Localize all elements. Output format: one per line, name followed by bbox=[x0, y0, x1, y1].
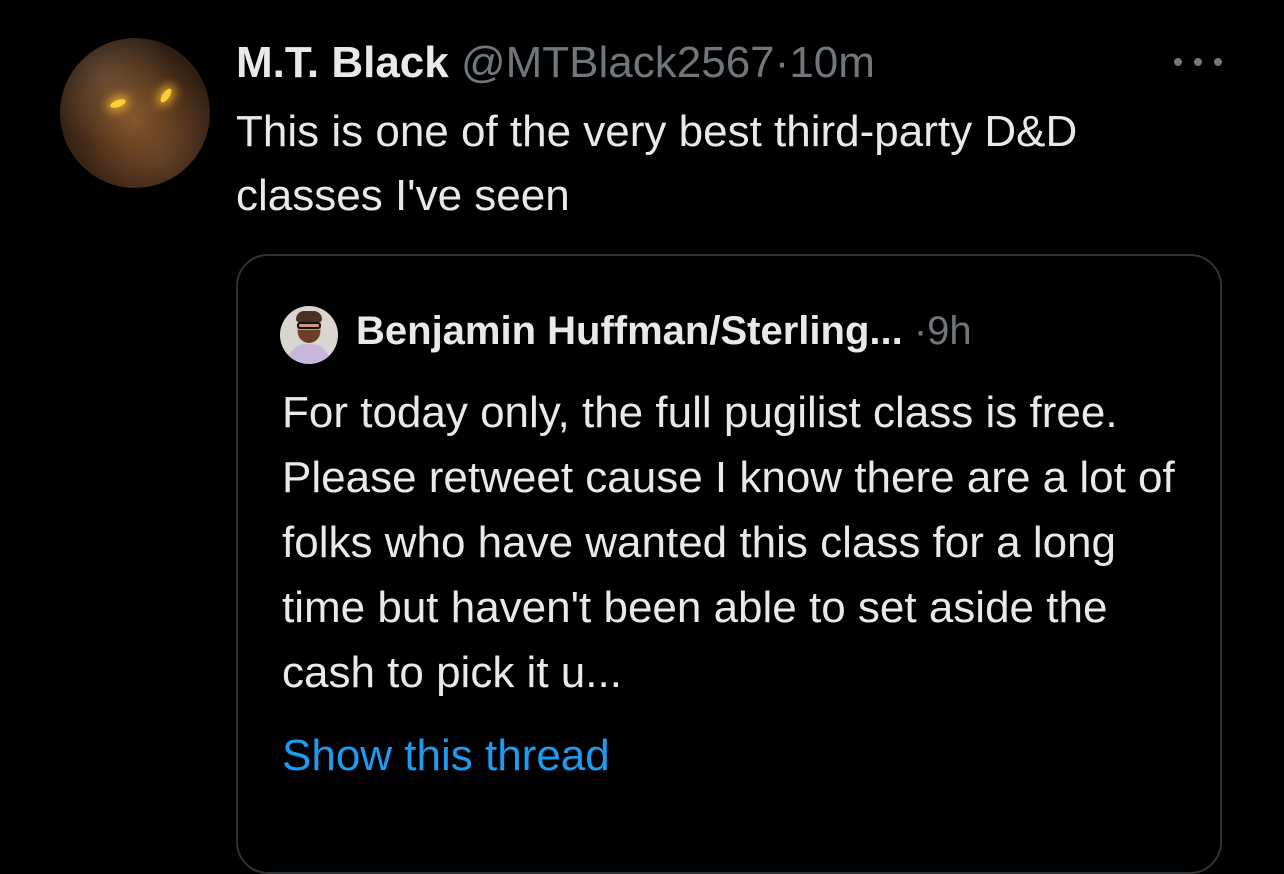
quoted-tweet-header: Benjamin Huffman/Sterling... ·9h bbox=[356, 306, 972, 356]
more-dot bbox=[1214, 58, 1222, 66]
more-dot bbox=[1174, 58, 1182, 66]
quoted-separator: · bbox=[913, 309, 928, 353]
tweet-header: M.T. Black @MTBlack2567·10m bbox=[236, 38, 875, 88]
quoted-avatar[interactable] bbox=[280, 306, 338, 364]
avatar[interactable] bbox=[60, 38, 210, 188]
header-separator: · bbox=[774, 38, 790, 87]
avatar-glasses bbox=[297, 322, 321, 329]
avatar-beard bbox=[298, 330, 320, 343]
quoted-tweet-text: For today only, the full pugilist class … bbox=[282, 388, 1175, 697]
tweet-text: This is one of the very best third-party… bbox=[236, 107, 1078, 220]
quoted-tweet-card[interactable]: Benjamin Huffman/Sterling... ·9h For tod… bbox=[236, 254, 1222, 874]
avatar-body bbox=[287, 344, 331, 364]
tweet-time[interactable]: 10m bbox=[789, 38, 875, 87]
avatar-mist bbox=[60, 38, 210, 188]
quoted-author-name[interactable]: Benjamin Huffman/Sterling... bbox=[356, 309, 903, 353]
more-dot bbox=[1194, 58, 1202, 66]
show-thread-link[interactable]: Show this thread bbox=[282, 724, 610, 788]
avatar-hair bbox=[296, 311, 322, 322]
author-name[interactable]: M.T. Black bbox=[236, 38, 449, 87]
author-handle[interactable]: @MTBlack2567 bbox=[461, 38, 775, 87]
more-horizontal-icon[interactable] bbox=[1174, 44, 1222, 80]
quoted-time[interactable]: 9h bbox=[927, 309, 972, 353]
